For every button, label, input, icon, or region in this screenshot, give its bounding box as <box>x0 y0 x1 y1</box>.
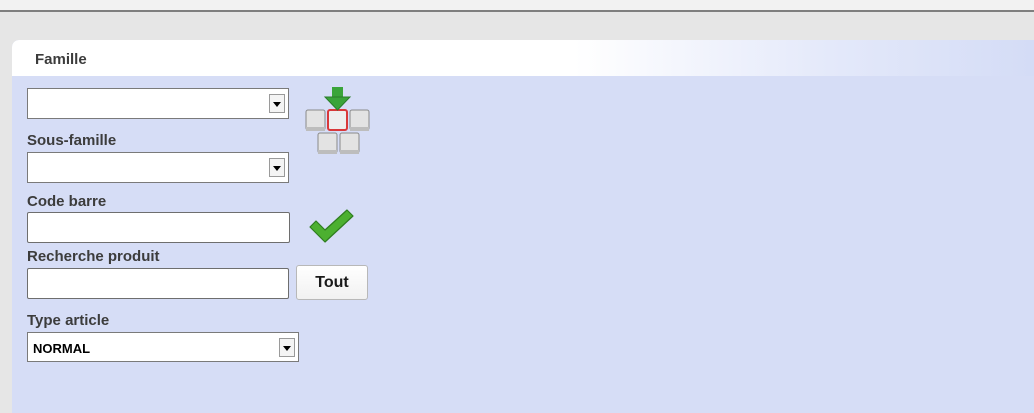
type-article-select[interactable]: NORMAL <box>27 332 299 362</box>
famille-select[interactable] <box>27 88 289 119</box>
type-article-value: NORMAL <box>33 341 91 356</box>
type-article-label: Type article <box>27 312 110 329</box>
sous-famille-dropdown-arrow[interactable] <box>269 158 285 177</box>
type-article-dropdown-arrow[interactable] <box>279 338 295 357</box>
code-barre-input[interactable] <box>27 212 290 243</box>
window-left-margin <box>0 12 12 413</box>
sous-famille-select[interactable] <box>27 152 289 183</box>
famille-select-dropdown-arrow[interactable] <box>269 94 285 113</box>
tout-button[interactable]: Tout <box>296 265 368 300</box>
recherche-produit-label: Recherche produit <box>27 248 160 265</box>
code-barre-label: Code barre <box>27 193 107 210</box>
checkmark-icon[interactable] <box>307 207 355 245</box>
sous-famille-label: Sous-famille <box>27 132 117 149</box>
window-top-bar <box>0 0 1034 12</box>
famille-panel: Famille Sous-famille Code barre Recherch <box>12 40 1034 413</box>
virtual-keyboard-icon[interactable] <box>305 85 371 159</box>
panel-title: Famille <box>35 51 87 68</box>
panel-header: Famille <box>12 40 1034 76</box>
recherche-produit-input[interactable] <box>27 268 289 299</box>
